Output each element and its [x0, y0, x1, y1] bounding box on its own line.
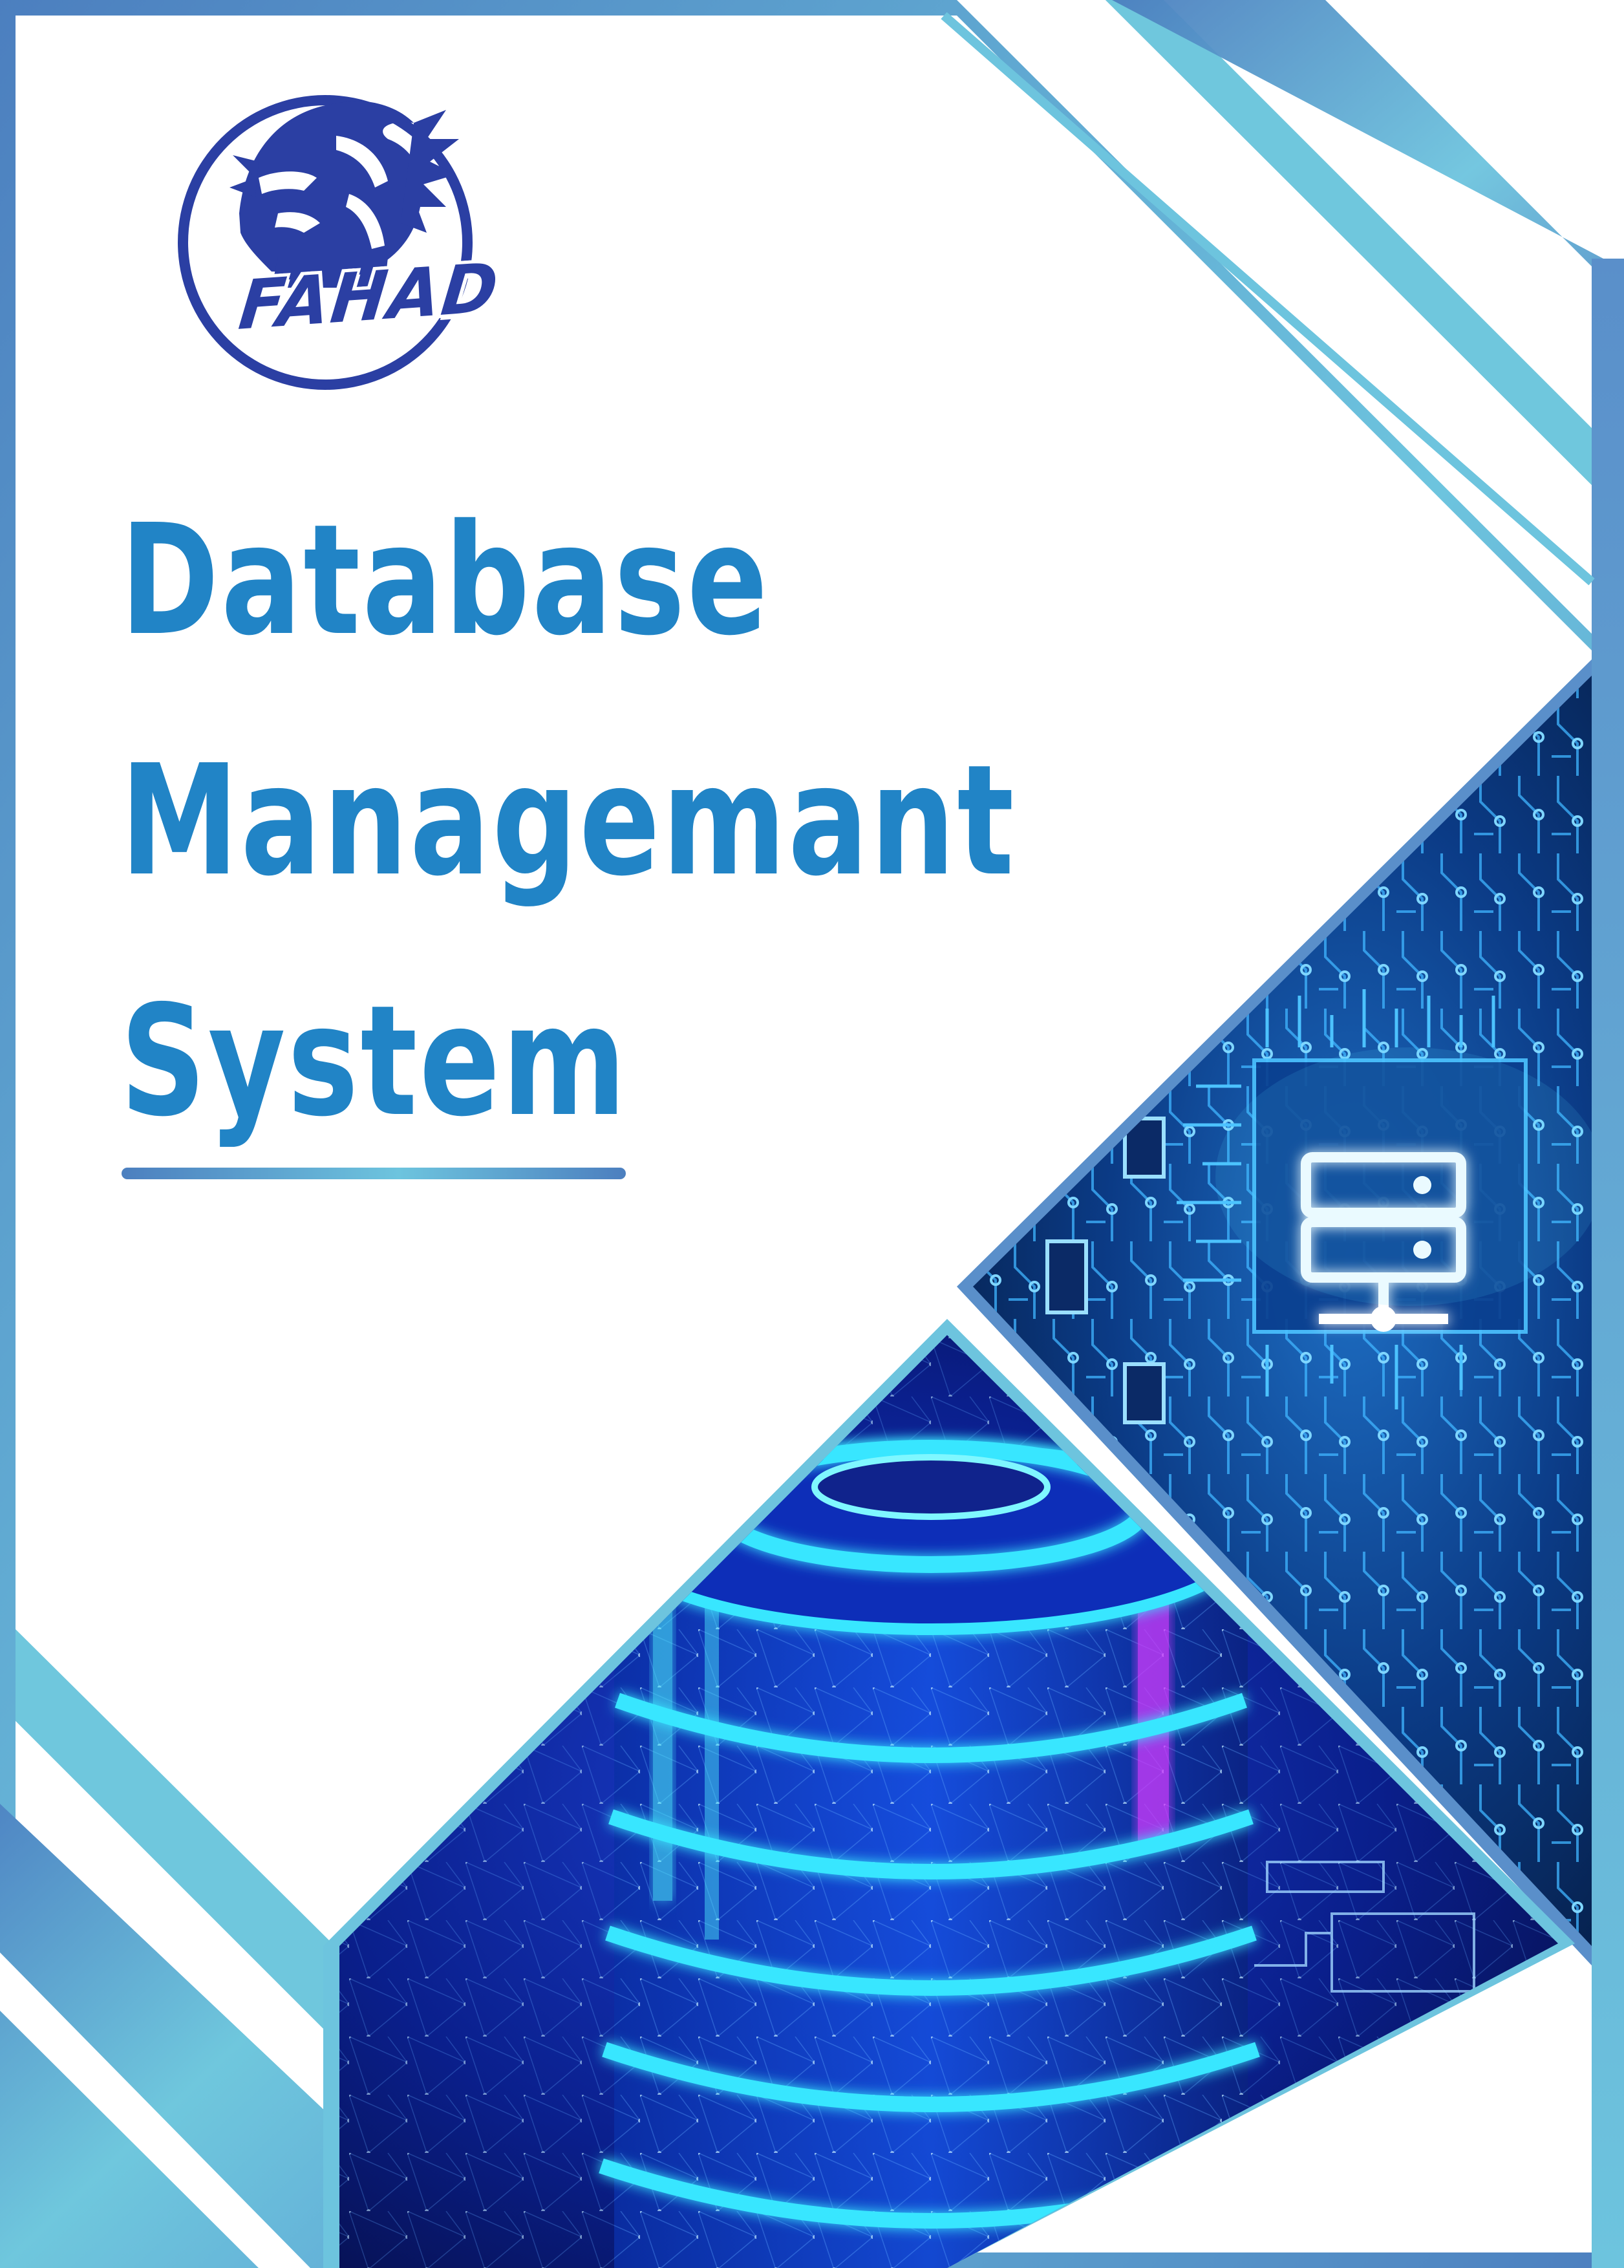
title-line-3: System — [120, 972, 628, 1150]
cover-page: FAHAD Database Managemant System — [0, 0, 1624, 2268]
right-side-strip — [1592, 259, 1624, 2268]
logo-wordmark: FAHAD — [235, 247, 503, 346]
title-line-1: Database — [120, 491, 770, 669]
page-title: Database Managemant System — [120, 460, 1268, 1182]
title-line-2: Managemant — [120, 732, 1016, 910]
title-underline — [122, 1168, 626, 1179]
